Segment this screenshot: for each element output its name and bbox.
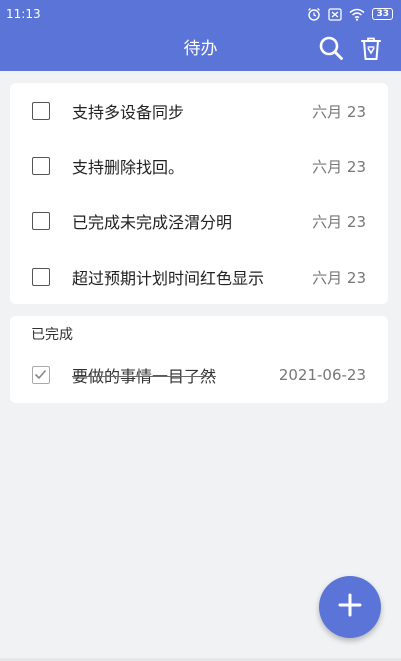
item-checkbox[interactable] [32, 366, 50, 384]
item-checkbox[interactable] [32, 268, 50, 286]
trash-icon [359, 35, 383, 65]
trash-button[interactable] [356, 35, 386, 65]
status-icons: 33 [307, 7, 393, 21]
search-button[interactable] [316, 35, 346, 65]
plus-icon [337, 592, 363, 622]
section-title: 已完成 [31, 327, 73, 343]
item-date: 六月 23 [312, 157, 366, 176]
add-button[interactable] [319, 576, 381, 638]
status-bar: 11:13 33 [0, 0, 401, 28]
alarm-icon [307, 7, 321, 21]
item-checkbox[interactable] [32, 212, 50, 230]
item-title: 要做的事情一目了然 [72, 367, 217, 386]
item-date: 六月 23 [312, 212, 366, 231]
list-item[interactable]: 已完成未完成泾渭分明 六月 23 [10, 193, 388, 249]
todo-list: 支持多设备同步 六月 23 支持删除找回。 六月 23 已完成未完成泾渭分明 六… [10, 83, 388, 304]
battery-indicator: 33 [372, 8, 393, 20]
check-icon [34, 369, 47, 380]
status-time: 11:13 [6, 7, 41, 21]
item-title: 支持多设备同步 [72, 103, 185, 122]
completed-list: 已完成 要做的事情一目了然 2021-06-23 [10, 316, 388, 403]
item-checkbox[interactable] [32, 157, 50, 175]
list-item[interactable]: 支持多设备同步 六月 23 [10, 83, 388, 139]
item-title: 超过预期计划时间红色显示 [72, 269, 265, 288]
app-bar: 待办 [0, 28, 401, 71]
item-checkbox[interactable] [32, 102, 50, 120]
item-date: 六月 23 [312, 268, 366, 287]
list-item[interactable]: 支持删除找回。 六月 23 [10, 138, 388, 194]
item-title: 已完成未完成泾渭分明 [72, 213, 233, 232]
list-item[interactable]: 超过预期计划时间红色显示 六月 23 [10, 249, 388, 305]
wifi-icon [349, 8, 365, 21]
list-item[interactable]: 要做的事情一目了然 2021-06-23 [10, 347, 388, 403]
item-date: 2021-06-23 [278, 366, 366, 384]
search-icon [318, 35, 344, 65]
item-date: 六月 23 [312, 102, 366, 121]
item-title: 支持删除找回。 [72, 158, 185, 177]
muted-icon [328, 7, 343, 21]
